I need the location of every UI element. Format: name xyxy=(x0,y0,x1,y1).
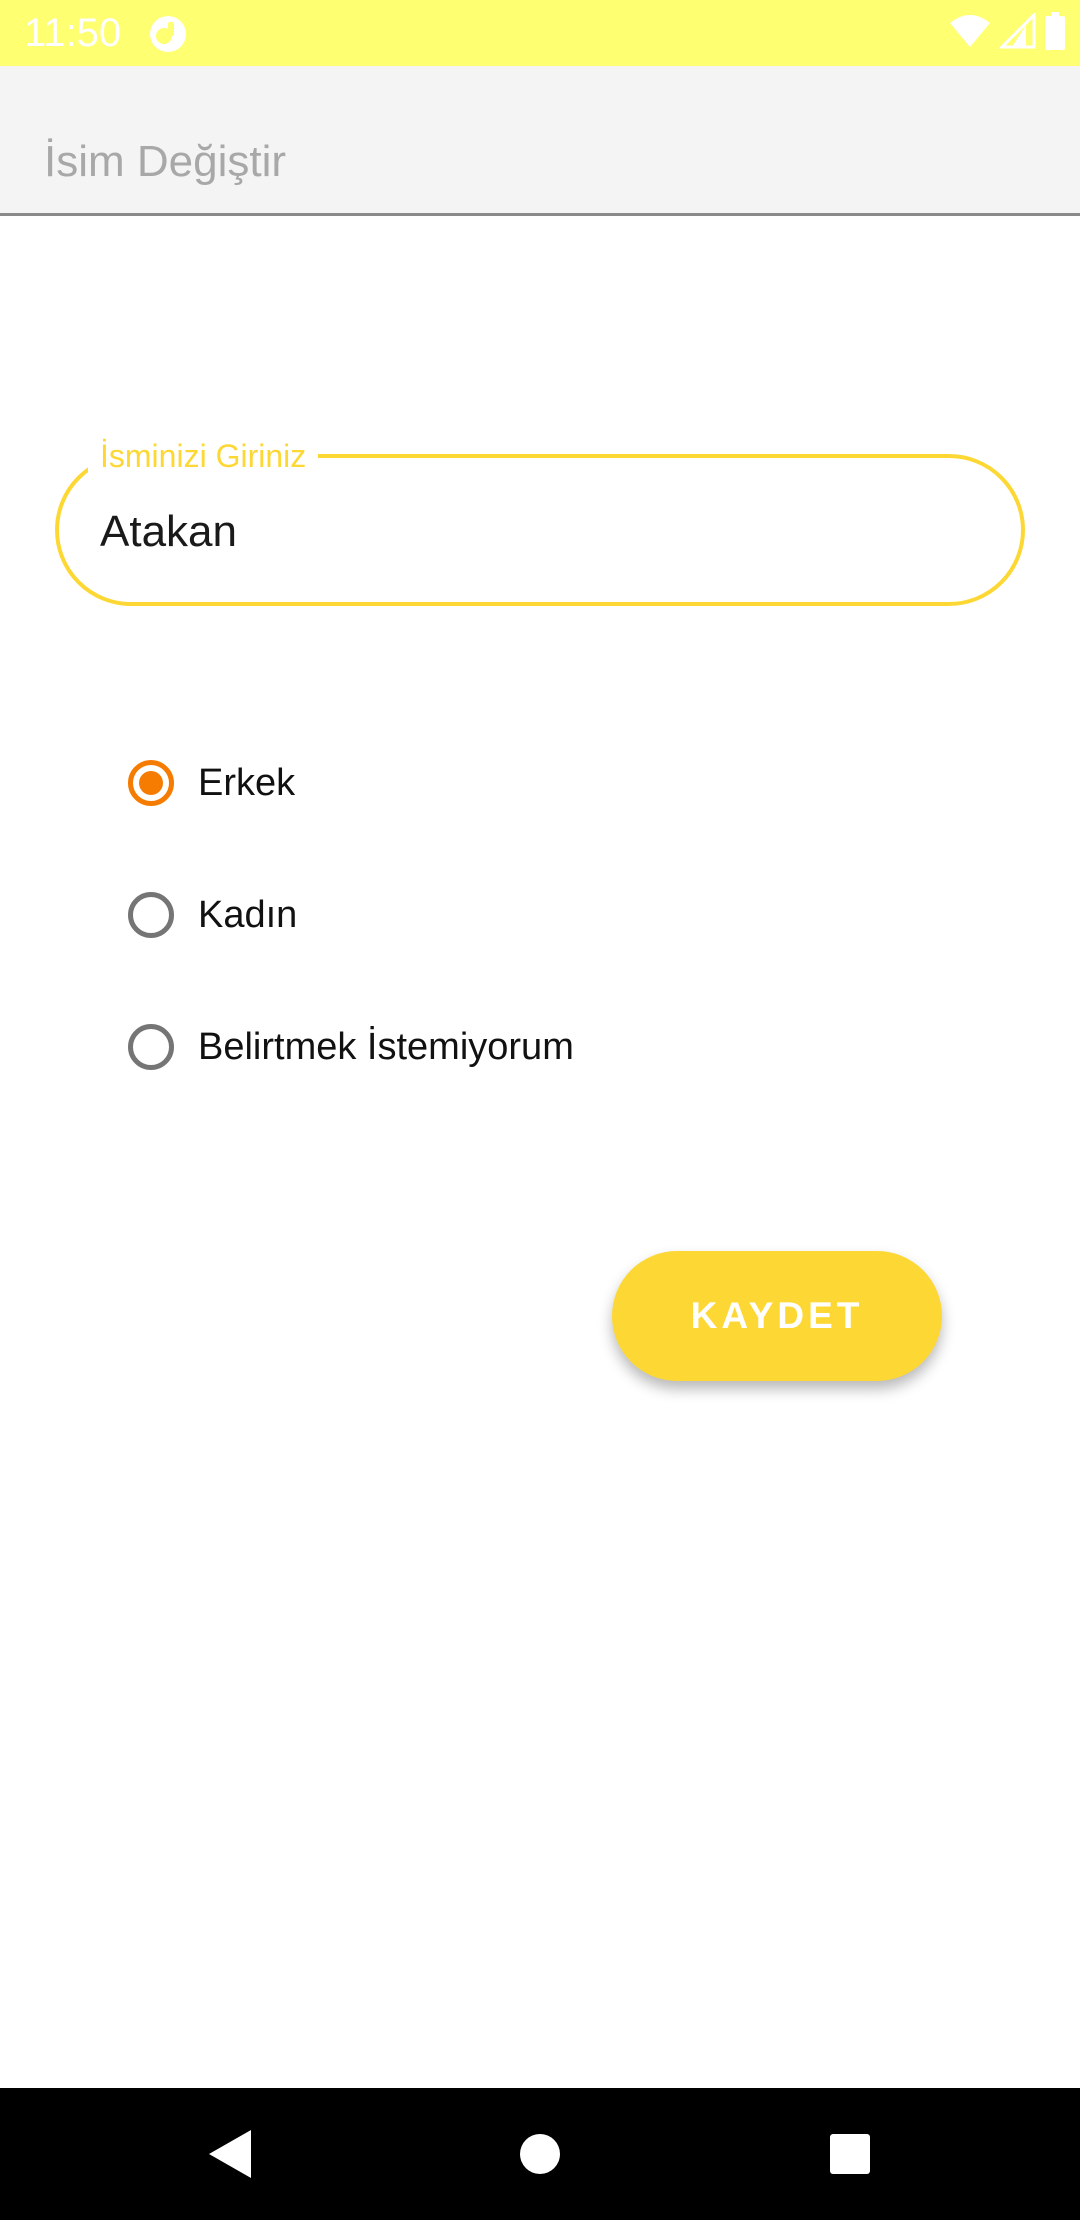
radio-label: Erkek xyxy=(198,762,296,804)
signal-icon xyxy=(998,10,1036,54)
save-button-label: KAYDET xyxy=(690,1295,864,1336)
status-bar: 11:50 xyxy=(0,0,1080,66)
radio-button[interactable] xyxy=(128,892,174,938)
radio-button-checked[interactable] xyxy=(128,760,174,806)
status-icons xyxy=(948,10,1066,55)
save-button[interactable]: KAYDET xyxy=(612,1251,942,1381)
app-notification-icon xyxy=(148,14,188,54)
name-input-label: İsminizi Giriniz xyxy=(88,436,319,476)
radio-dot xyxy=(139,771,163,795)
wifi-icon xyxy=(948,13,992,54)
radio-label: Belirtmek İstemiyorum xyxy=(198,1026,574,1068)
battery-icon xyxy=(1044,11,1066,55)
back-icon[interactable] xyxy=(200,2124,260,2184)
recents-icon[interactable] xyxy=(820,2124,880,2184)
name-input-value[interactable]: Atakan xyxy=(100,504,237,560)
radio-button[interactable] xyxy=(128,1024,174,1070)
page-title: İsim Değiştir xyxy=(44,137,287,186)
radio-option-kadin[interactable]: Kadın xyxy=(124,883,297,947)
screen: 11:50 İsim Değiştir İsminizi Giriniz Ata… xyxy=(0,0,1080,2220)
radio-option-erkek[interactable]: Erkek xyxy=(124,751,295,815)
status-time: 11:50 xyxy=(24,11,122,55)
navigation-bar xyxy=(0,2088,1080,2220)
title-field[interactable]: İsim Değiştir xyxy=(0,66,1080,216)
radio-label: Kadın xyxy=(198,894,298,936)
home-icon[interactable] xyxy=(510,2124,570,2184)
radio-option-belirtmek-istemiyorum[interactable]: Belirtmek İstemiyorum xyxy=(124,1015,574,1079)
